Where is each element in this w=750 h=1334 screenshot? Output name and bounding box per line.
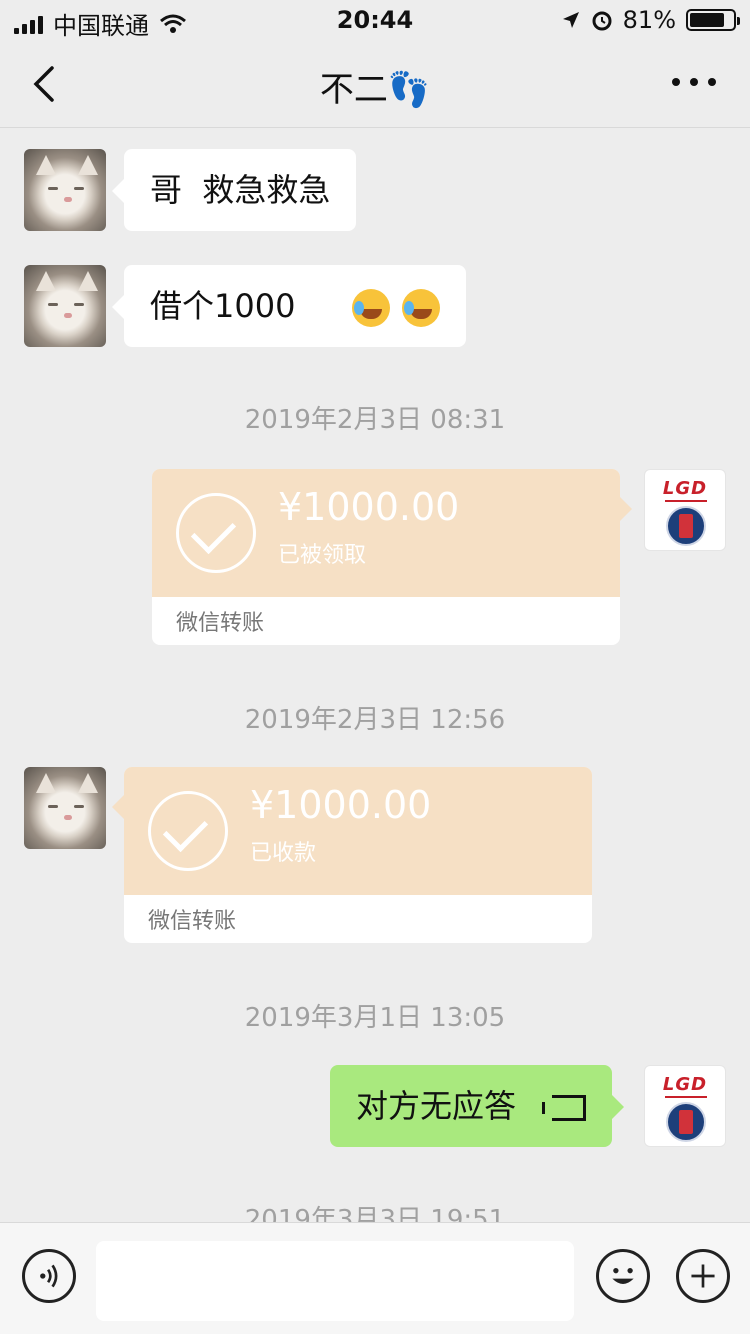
psg-badge-icon (666, 1102, 706, 1142)
transfer-amount: ¥1000.00 (250, 783, 432, 827)
bubble-tail (112, 795, 124, 819)
transfer-footer: 微信转账 (176, 611, 265, 636)
emoji-icon[interactable] (596, 1249, 650, 1303)
location-icon (562, 12, 579, 28)
check-circle-icon (176, 493, 256, 573)
transfer-card[interactable]: ¥1000.00 已收款 微信转账 (124, 767, 592, 943)
avatar-me[interactable]: LGD (644, 469, 726, 551)
timestamp: 2019年2月3日 12:56 (244, 705, 506, 735)
check-circle-icon (148, 791, 228, 871)
avatar-contact[interactable] (24, 149, 106, 231)
transfer-footer: 微信转账 (148, 909, 237, 934)
plus-icon[interactable] (676, 1249, 730, 1303)
avatar-me[interactable]: LGD (644, 1065, 726, 1147)
message-text: 借个1000 (150, 287, 296, 325)
lgd-logo: LGD (662, 478, 708, 499)
voice-icon[interactable] (22, 1249, 76, 1303)
message-bubble[interactable]: 哥 救急救急 (112, 149, 357, 231)
laugh-cry-emoji-icon (401, 289, 440, 327)
timestamp: 2019年3月1日 13:05 (244, 1003, 506, 1033)
timestamp: 2019年3月3日 19:51 (244, 1205, 506, 1222)
call-status-text: 对方无应答 (356, 1087, 517, 1125)
lgd-logo: LGD (662, 1074, 708, 1095)
transfer-card[interactable]: ¥1000.00 已被领取 微信转账 (152, 469, 620, 645)
laugh-cry-emoji-icon (351, 289, 390, 327)
message-text: 哥 救急救急 (150, 171, 331, 209)
timestamp: 2019年2月3日 08:31 (244, 405, 506, 435)
avatar-contact[interactable] (24, 767, 106, 849)
chat-title: 不二👣 (319, 70, 431, 110)
psg-badge-icon (666, 506, 706, 546)
transfer-status: 已被领取 (278, 543, 367, 568)
alarm-icon (592, 11, 612, 31)
message-bubble[interactable]: 借个1000 (112, 265, 466, 347)
call-bubble[interactable]: 对方无应答 (330, 1065, 625, 1147)
battery-percent: 81% (622, 6, 676, 34)
avatar-contact[interactable] (24, 265, 106, 347)
input-bar (0, 1222, 750, 1334)
more-dots-icon[interactable] (672, 70, 716, 94)
message-input[interactable] (96, 1241, 574, 1321)
chat-area: 哥 救急救急 借个1000 2019年2月3日 08:31 ¥1000.00 已… (0, 129, 750, 1222)
video-call-icon (542, 1095, 587, 1121)
battery-icon (686, 9, 740, 31)
bubble-tail (620, 497, 632, 521)
status-bar: 中国联通 20:44 81% (0, 0, 750, 40)
transfer-status: 已收款 (250, 841, 317, 866)
chat-header: 不二👣 (0, 40, 750, 128)
transfer-amount: ¥1000.00 (278, 485, 460, 529)
